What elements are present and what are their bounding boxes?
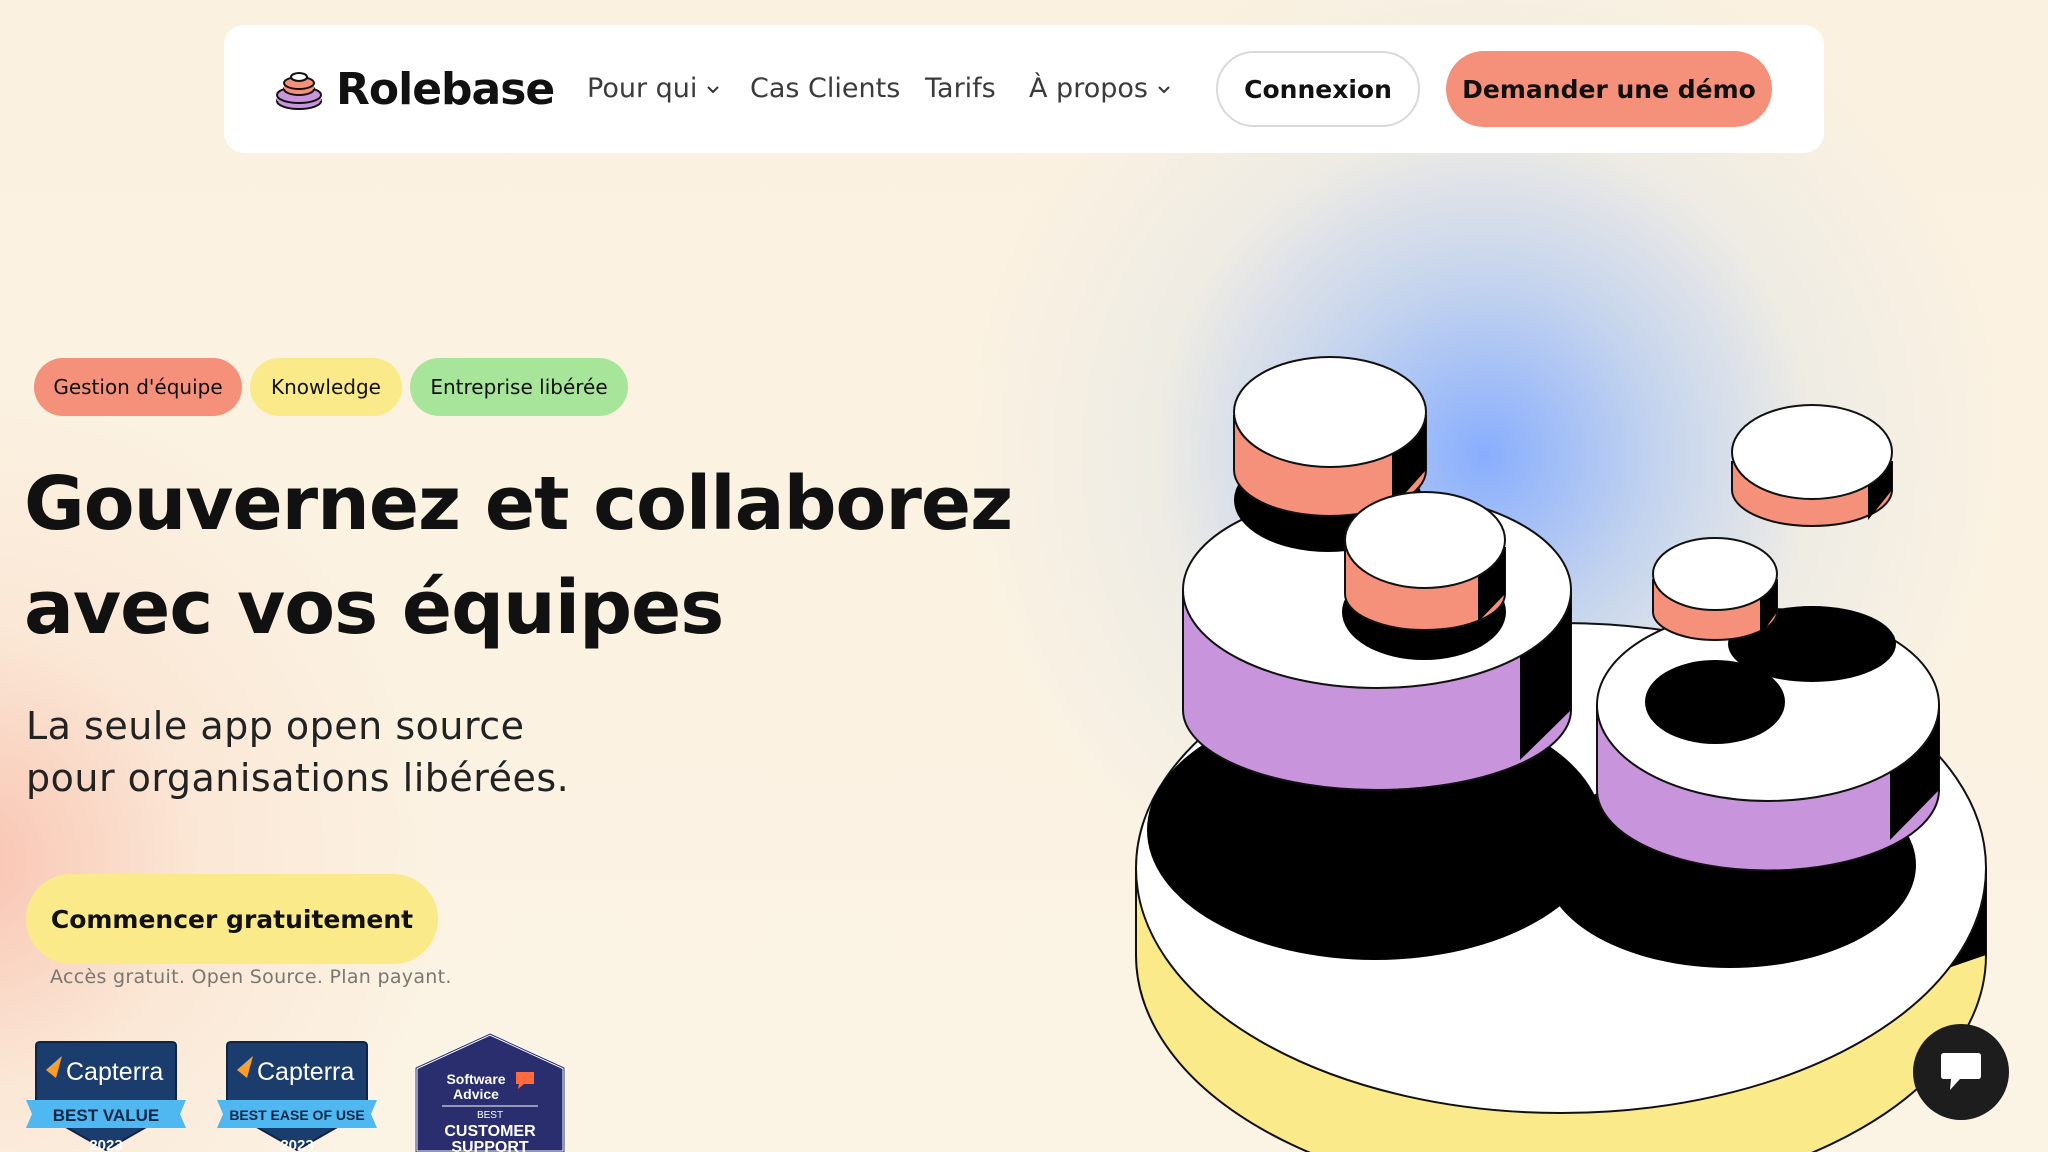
cta-note: Accès gratuit. Open Source. Plan payant. — [50, 966, 452, 988]
chevron-down-icon — [1158, 86, 1170, 94]
right-drum-shape — [1596, 606, 1940, 872]
start-free-button[interactable]: Commencer gratuitement — [26, 874, 438, 964]
chat-launcher-button[interactable] — [1913, 1024, 2009, 1120]
badge-brand-line-1: Software — [446, 1071, 505, 1087]
tag-entreprise-liberee: Entreprise libérée — [410, 358, 628, 416]
login-button[interactable]: Connexion — [1216, 51, 1420, 127]
request-demo-button[interactable]: Demander une démo — [1446, 51, 1772, 127]
tag-knowledge: Knowledge — [250, 358, 402, 416]
chat-bubble-icon — [1941, 1053, 1981, 1090]
badge-brand-line-2: Advice — [453, 1086, 499, 1102]
middle-puck-shape — [1344, 491, 1506, 631]
nav-item-a-propos[interactable]: À propos — [1029, 69, 1172, 109]
nav-item-cas-clients[interactable]: Cas Clients — [750, 69, 900, 109]
capterra-best-ease-of-use-badge[interactable]: Capterra BEST EASE OF USE 2023 — [217, 1040, 377, 1152]
nav-item-label: Tarifs — [925, 73, 996, 104]
badge-line-1: CUSTOMER — [444, 1123, 536, 1140]
software-advice-badge[interactable]: Software Advice BEST CUSTOMER SUPPORT — [408, 1032, 572, 1152]
tag-gestion-equipe: Gestion d'équipe — [34, 358, 242, 416]
page-title-line-1: Gouvernez et collaborez — [24, 461, 1013, 547]
chevron-down-icon — [707, 86, 720, 94]
page-title: Gouvernez et collaborez avec vos équipes — [24, 452, 1024, 660]
top-navbar: Rolebase Pour qui Cas Clients Tarifs À p… — [224, 25, 1824, 153]
brand-logo[interactable]: Rolebase — [274, 61, 555, 117]
brand-name: Rolebase — [336, 63, 555, 115]
nav-item-label: Pour qui — [587, 73, 698, 104]
nav-item-label: À propos — [1029, 73, 1148, 104]
page-title-line-2: avec vos équipes — [24, 565, 724, 651]
badge-brand: Capterra — [66, 1058, 163, 1086]
badge-year: 2023 — [89, 1137, 122, 1152]
capterra-best-value-badge[interactable]: Capterra BEST VALUE 2023 — [26, 1040, 186, 1152]
hero-illustration — [1135, 356, 1987, 1152]
badge-kicker: BEST — [477, 1110, 503, 1121]
nav-item-label: Cas Clients — [750, 73, 901, 104]
nav-item-pour-qui[interactable]: Pour qui — [587, 69, 721, 109]
hero-subtitle-line-2: pour organisations libérées. — [26, 756, 570, 800]
badge-ribbon: BEST VALUE — [53, 1106, 159, 1125]
small-right-puck-shape — [1652, 537, 1778, 641]
top-left-puck-shape — [1233, 356, 1427, 517]
rolebase-logo-icon — [276, 72, 322, 110]
badge-line-2: SUPPORT — [451, 1139, 529, 1152]
badge-ribbon: BEST EASE OF USE — [229, 1107, 364, 1123]
hero-subtitle: La seule app open source pour organisati… — [26, 700, 726, 804]
badge-year: 2023 — [280, 1137, 313, 1152]
nav-item-tarifs[interactable]: Tarifs — [925, 69, 996, 109]
hero-subtitle-line-1: La seule app open source — [26, 704, 525, 748]
top-right-puck-shape — [1731, 404, 1893, 527]
badge-brand: Capterra — [257, 1058, 354, 1086]
